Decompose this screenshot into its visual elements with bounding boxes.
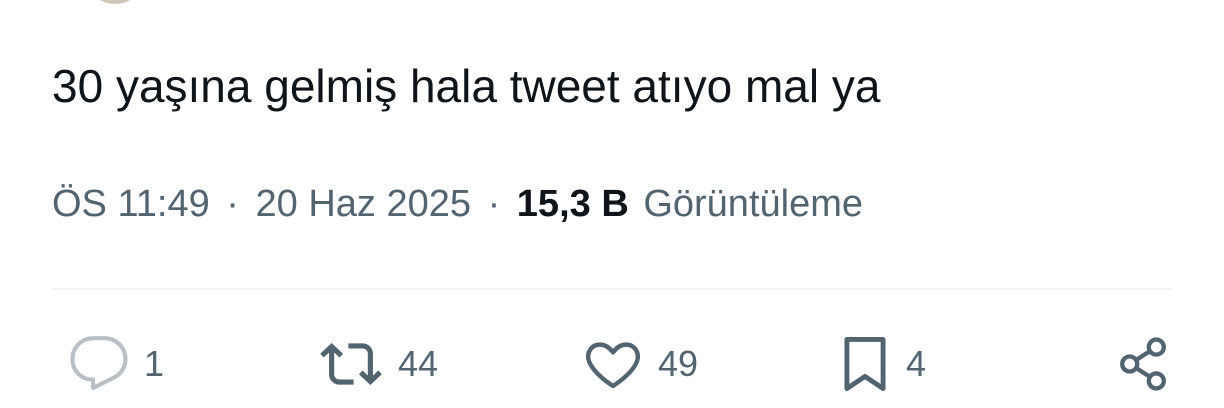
heart-icon: [582, 333, 644, 395]
share-button[interactable]: [1114, 324, 1172, 404]
tweet-text: 30 yaşına gelmiş hala tweet atıyo mal ya: [52, 60, 881, 112]
tweet-time[interactable]: ÖS 11:49: [52, 183, 210, 225]
like-button[interactable]: 49: [582, 324, 698, 404]
action-bar: 1 44 49 4: [52, 324, 1172, 404]
divider: [52, 288, 1172, 290]
retweet-icon: [318, 333, 384, 395]
retweet-button[interactable]: 44: [318, 324, 438, 404]
tweet-date[interactable]: 20 Haz 2025: [256, 183, 472, 225]
bookmark-button[interactable]: 4: [838, 324, 926, 404]
share-icon: [1114, 333, 1172, 395]
reply-count: 1: [144, 343, 165, 384]
retweet-count: 44: [398, 343, 439, 384]
meta-separator: ·: [487, 183, 501, 225]
meta-separator: ·: [226, 183, 239, 225]
like-count: 49: [658, 343, 699, 384]
views-label[interactable]: Görüntüleme: [643, 183, 863, 225]
reply-button[interactable]: 1: [68, 324, 164, 404]
views-count[interactable]: 15,3 B: [517, 183, 629, 225]
tweet-meta: ÖS 11:49 · 20 Haz 2025 · 15,3 B Görüntül…: [52, 180, 863, 228]
reply-icon: [68, 333, 130, 395]
bookmark-icon: [838, 333, 892, 395]
bookmark-count: 4: [906, 343, 927, 384]
author-avatar[interactable]: [92, 0, 138, 4]
